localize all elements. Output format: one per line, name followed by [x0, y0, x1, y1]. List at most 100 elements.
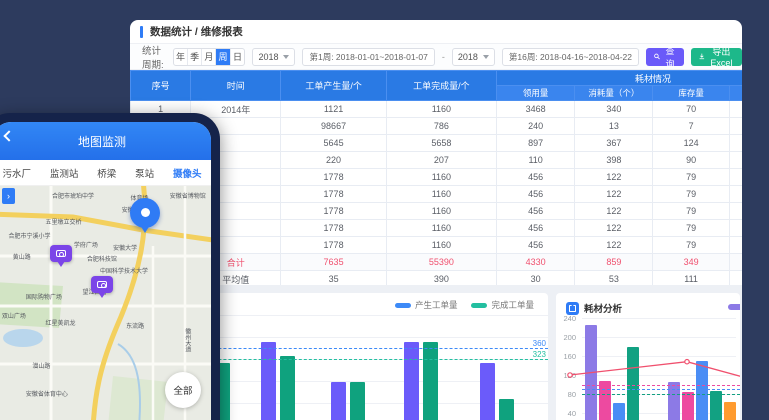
table-cell: 5645	[281, 135, 386, 152]
table-cell: 5658	[386, 135, 496, 152]
back-icon[interactable]	[3, 130, 14, 141]
table-cell: 70	[653, 101, 729, 118]
phone-tab-监测站[interactable]: 监测站	[50, 166, 79, 180]
bar-series-orange	[724, 402, 736, 420]
desktop-panel: 数据统计 / 维修报表 统计周期: 年季月周日 2018 第1周: 2018-0…	[130, 20, 742, 420]
table-cell: 349	[653, 254, 729, 271]
table-cell: 367	[575, 135, 653, 152]
consumables-chart-card: 耗材分析 2402001601208040	[556, 293, 740, 420]
table-cell: 122	[575, 220, 653, 237]
consumables-chart-title: 耗材分析	[584, 301, 622, 315]
week-start-input[interactable]: 第1周: 2018-01-01~2018-01-07	[302, 48, 434, 66]
table-row: 8177811604561227967	[131, 220, 743, 237]
period-option-季[interactable]: 季	[188, 49, 202, 65]
col-subheader-1: 领用量	[497, 86, 575, 101]
table-cell: 79	[653, 237, 729, 254]
table-cell: 122	[575, 169, 653, 186]
bar-完成工单量	[350, 382, 365, 420]
table-cell: 240	[497, 118, 575, 135]
table-cell: 859	[575, 254, 653, 271]
table-row: 12014年112111603468340702508	[131, 101, 743, 118]
table-cell: 786	[386, 118, 496, 135]
panel-expander-button[interactable]: ›	[2, 188, 15, 204]
table-row: 5177811604561227967	[131, 169, 743, 186]
breadcrumb: 数据统计 / 维修报表	[130, 20, 742, 44]
col-header-seq: 序号	[131, 71, 191, 101]
legend-pill	[471, 303, 487, 308]
breadcrumb-accent	[140, 26, 143, 38]
bar-产生工单量	[480, 363, 495, 420]
col-subheader-3: 库存量	[653, 86, 729, 101]
table-cell: 122	[575, 237, 653, 254]
table-cell: 398	[575, 152, 653, 169]
table-cell: 67	[729, 203, 742, 220]
bar-完成工单量	[499, 399, 514, 420]
table-row: 7177811604561227967	[131, 203, 743, 220]
bar-series-green	[710, 391, 722, 420]
table-cell: 79	[653, 203, 729, 220]
table-cell: 129	[729, 135, 742, 152]
phone-screen: 地图监测 污水厂 监测站 桥梁 泵站 摄像头	[0, 122, 211, 420]
table-cell: 456	[497, 169, 575, 186]
export-excel-button[interactable]: 导出Excel	[691, 48, 742, 66]
phone-tab-泵站[interactable]: 泵站	[135, 166, 154, 180]
week-end-input[interactable]: 第16周: 2018-04-16~2018-04-22	[502, 48, 639, 66]
table-cell: 7635	[281, 254, 386, 271]
table-cell: 207	[386, 152, 496, 169]
table-cell: 456	[497, 186, 575, 203]
camera-pin[interactable]	[91, 276, 113, 293]
table-cell: 220	[281, 152, 386, 169]
phone-tab-摄像头[interactable]: 摄像头	[173, 166, 202, 180]
location-pin[interactable]	[130, 198, 160, 228]
y-axis-tick: 200	[556, 333, 576, 342]
table-cell: 67	[729, 186, 742, 203]
period-option-周[interactable]: 周	[216, 49, 230, 65]
table-cell: 456	[497, 203, 575, 220]
period-option-月[interactable]: 月	[202, 49, 216, 65]
year-end-select[interactable]: 2018	[452, 48, 495, 66]
table-cell: 122	[575, 203, 653, 220]
chart-icon	[566, 302, 579, 315]
period-segmented-control[interactable]: 年季月周日	[173, 48, 246, 66]
total-row: 合计763555390433085934933	[131, 254, 743, 271]
consumables-legend-pill[interactable]	[728, 304, 740, 310]
table-cell: 2508	[729, 101, 742, 118]
all-filter-button[interactable]: 全部	[165, 372, 201, 408]
year-start-select[interactable]: 2018	[252, 48, 295, 66]
table-cell: 67	[729, 220, 742, 237]
table-cell: 1160	[386, 237, 496, 254]
ref-line	[582, 385, 740, 386]
query-button[interactable]: 查询	[646, 48, 684, 66]
camera-pin[interactable]	[50, 245, 72, 262]
table-cell: 90	[653, 152, 729, 169]
legend-item-产生工单量[interactable]: 产生工单量	[395, 299, 458, 311]
report-table: 序号 时间 工单产生量/个 工单完成量/个 耗材情况 领用量 消耗量（个） 库存…	[130, 70, 742, 288]
query-button-label: 查询	[664, 44, 676, 70]
bar-产生工单量	[404, 342, 419, 420]
col-header-consumables-group: 耗材情况	[497, 71, 742, 86]
table-cell: 67	[729, 237, 742, 254]
period-option-年[interactable]: 年	[174, 49, 188, 65]
legend-item-完成工单量[interactable]: 完成工单量	[471, 299, 534, 311]
bar-完成工单量	[423, 342, 438, 420]
year-end-value: 2018	[458, 52, 478, 62]
period-option-日[interactable]: 日	[231, 49, 245, 65]
col-header-created: 工单产生量/个	[281, 71, 386, 101]
col-header-completed: 工单完成量/个	[386, 71, 496, 101]
table-cell: 122	[575, 186, 653, 203]
bar-series-purple	[585, 325, 597, 420]
table-cell: 1778	[281, 169, 386, 186]
export-button-label: 导出Excel	[709, 45, 734, 68]
phone-page-title: 地图监测	[78, 133, 126, 150]
phone-tab-污水厂[interactable]: 污水厂	[2, 166, 31, 180]
table-cell: 456	[497, 237, 575, 254]
table-row: 298667786240137695	[131, 118, 743, 135]
phone-tab-桥梁[interactable]: 桥梁	[97, 166, 116, 180]
bar-series-green	[627, 347, 639, 420]
y-axis-tick: 120	[556, 371, 576, 380]
map-view[interactable]: 合肥市琥珀中学体育场安徽农业大学安徽省博物馆五里墩立交桥合肥市宁溪小学学府广场安…	[0, 186, 211, 420]
year-start-value: 2018	[258, 52, 278, 62]
y-axis-tick: 80	[556, 390, 576, 399]
bar-series-purple	[668, 382, 680, 420]
consumables-chart-title-row: 耗材分析	[566, 301, 622, 315]
